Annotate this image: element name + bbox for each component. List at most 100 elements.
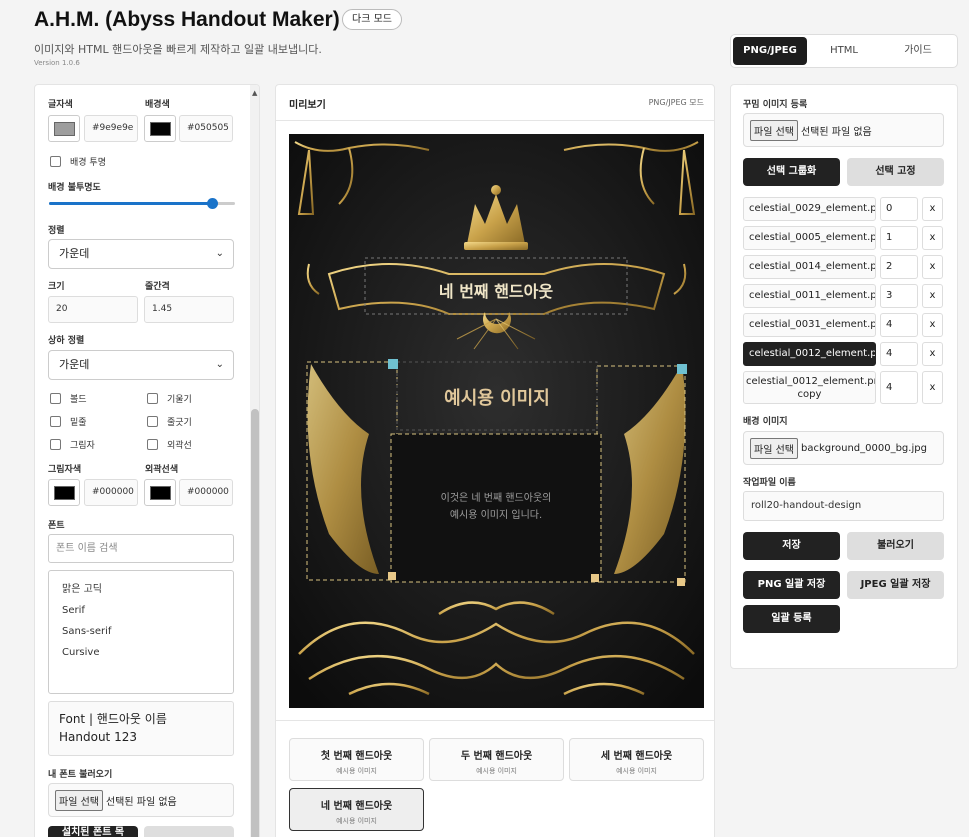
handout-card[interactable]: 두 번째 핸드아웃 예시용 이미지 bbox=[429, 738, 564, 781]
bg-color-swatch[interactable] bbox=[144, 115, 176, 142]
strike-checkbox[interactable]: 줄긋기 bbox=[147, 415, 192, 428]
font-option[interactable]: Serif bbox=[62, 600, 233, 621]
font-list[interactable]: 맑은 고딕 Serif Sans-serif Cursive bbox=[48, 570, 234, 694]
element-z-input[interactable]: 4 bbox=[880, 371, 918, 404]
font-preview: Font | 핸드아웃 이름 Handout 123 bbox=[48, 701, 234, 756]
element-z-input[interactable]: 2 bbox=[880, 255, 918, 279]
element-name[interactable]: celestial_0012_element.png copy bbox=[743, 371, 876, 404]
deco-file-input[interactable]: 파일 선택 선택된 파일 없음 bbox=[743, 113, 944, 147]
save-button[interactable]: 저장 bbox=[743, 532, 840, 560]
bg-opacity-slider[interactable] bbox=[49, 198, 235, 209]
element-name[interactable]: celestial_0005_element.png bbox=[743, 226, 876, 250]
panel-scrollbar[interactable]: ▲ bbox=[250, 85, 259, 837]
remove-element-button[interactable]: x bbox=[922, 255, 943, 279]
app-title: A.H.M. (Abyss Handout Maker) bbox=[34, 8, 340, 31]
font-option[interactable]: 맑은 고딕 bbox=[62, 579, 233, 600]
handout-card[interactable]: 첫 번째 핸드아웃 예시용 이미지 bbox=[289, 738, 424, 781]
handout-title[interactable]: 네 번째 핸드아웃 bbox=[365, 278, 627, 302]
tab-html[interactable]: HTML bbox=[807, 37, 881, 65]
element-name[interactable]: celestial_0014_element.png bbox=[743, 255, 876, 279]
handout-card-sub: 예시용 이미지 bbox=[616, 767, 657, 775]
assets-panel: 꾸밈 이미지 등록 파일 선택 선택된 파일 없음 선택 그룹화 선택 고정 c… bbox=[730, 84, 958, 669]
file-pick-button[interactable]: 파일 선택 bbox=[55, 789, 103, 811]
element-name[interactable]: celestial_0011_element.png bbox=[743, 284, 876, 308]
element-z-input[interactable]: 4 bbox=[880, 313, 918, 337]
tab-guide[interactable]: 가이드 bbox=[881, 37, 955, 65]
bg-opacity-label: 배경 불투명도 bbox=[48, 183, 101, 193]
group-selection-button[interactable]: 선택 그룹화 bbox=[743, 158, 840, 186]
handout-artwork bbox=[289, 134, 704, 708]
preview-panel: 미리보기 PNG/JPEG 모드 네 번째 핸드아웃 예시용 이미지 이것은 네… bbox=[275, 84, 715, 837]
outline-checkbox[interactable]: 외곽선 bbox=[147, 438, 192, 451]
valign-select[interactable]: 가운데 ⌄ bbox=[48, 350, 234, 380]
element-name[interactable]: celestial_0031_element.png bbox=[743, 313, 876, 337]
font-file-input[interactable]: 파일 선택 선택된 파일 없음 bbox=[48, 783, 234, 817]
handout-canvas[interactable]: 네 번째 핸드아웃 예시용 이미지 이것은 네 번째 핸드아웃의 예시용 이미지… bbox=[289, 134, 704, 708]
scroll-up-icon[interactable]: ▲ bbox=[252, 89, 257, 97]
handout-card-sub: 예시용 이미지 bbox=[476, 767, 517, 775]
element-z-input[interactable]: 4 bbox=[880, 342, 918, 366]
bg-file-input[interactable]: 파일 선택 background_0000_bg.jpg bbox=[743, 431, 944, 465]
scrollbar-thumb[interactable] bbox=[251, 409, 259, 837]
handout-card-sub: 예시용 이미지 bbox=[336, 767, 377, 775]
font-option[interactable]: Cursive bbox=[62, 642, 233, 663]
element-z-input[interactable]: 1 bbox=[880, 226, 918, 250]
element-name-selected[interactable]: celestial_0012_element.png bbox=[743, 342, 876, 366]
preview-header: 미리보기 PNG/JPEG 모드 bbox=[276, 85, 714, 121]
element-z-input[interactable]: 0 bbox=[880, 197, 918, 221]
outline-color-field[interactable]: #000000 bbox=[179, 479, 233, 506]
installed-fonts-button[interactable]: 설치된 폰트 목 bbox=[48, 826, 138, 837]
bold-checkbox[interactable]: 볼드 bbox=[50, 392, 87, 405]
font-option[interactable]: Sans-serif bbox=[62, 621, 233, 642]
remove-element-button[interactable]: x bbox=[922, 226, 943, 250]
valign-label: 상하 정렬 bbox=[48, 336, 85, 346]
element-z-input[interactable]: 3 bbox=[880, 284, 918, 308]
fix-selection-button[interactable]: 선택 고정 bbox=[847, 158, 944, 186]
shadow-color-field[interactable]: #000000 bbox=[84, 479, 138, 506]
bg-image-label: 배경 이미지 bbox=[743, 417, 788, 427]
shadow-color-label: 그림자색 bbox=[48, 465, 82, 475]
text-settings-panel: 글자색 배경색 #9e9e9e #050505 배경 투명 배경 불투명도 정렬… bbox=[34, 84, 260, 837]
remove-element-button[interactable]: x bbox=[922, 197, 943, 221]
handout-sample-heading[interactable]: 예시용 이미지 bbox=[397, 384, 597, 410]
handout-card-active[interactable]: 네 번째 핸드아웃 예시용 이미지 bbox=[289, 788, 424, 831]
font-search-input[interactable]: 폰트 이름 검색 bbox=[48, 534, 234, 563]
remove-element-button[interactable]: x bbox=[922, 371, 943, 404]
work-file-input[interactable]: roll20-handout-design bbox=[743, 491, 944, 521]
png-export-button[interactable]: PNG 일괄 저장 bbox=[743, 571, 840, 599]
divider bbox=[276, 720, 714, 721]
outline-color-swatch[interactable] bbox=[144, 479, 176, 506]
handout-card-name: 세 번째 핸드아웃 bbox=[600, 751, 673, 762]
shadow-checkbox[interactable]: 그림자 bbox=[50, 438, 95, 451]
tab-png-jpeg[interactable]: PNG/JPEG bbox=[733, 37, 807, 65]
jpeg-export-button[interactable]: JPEG 일괄 저장 bbox=[847, 571, 944, 599]
file-pick-button[interactable]: 파일 선택 bbox=[750, 119, 798, 141]
bg-transparent-checkbox[interactable]: 배경 투명 bbox=[50, 155, 106, 168]
element-name[interactable]: celestial_0029_element.png bbox=[743, 197, 876, 221]
italic-checkbox[interactable]: 기울기 bbox=[147, 392, 192, 405]
handout-card-sub: 예시용 이미지 bbox=[336, 817, 377, 825]
bg-color-field[interactable]: #050505 bbox=[179, 115, 233, 142]
remove-element-button[interactable]: x bbox=[922, 284, 943, 308]
secondary-font-button[interactable] bbox=[144, 826, 234, 837]
text-color-label: 글자색 bbox=[48, 100, 73, 110]
file-pick-button[interactable]: 파일 선택 bbox=[750, 437, 798, 459]
batch-register-button[interactable]: 일괄 등록 bbox=[743, 605, 840, 633]
slider-thumb[interactable] bbox=[207, 198, 218, 209]
line-height-input[interactable]: 1.45 bbox=[144, 296, 234, 323]
handout-body-text[interactable]: 이것은 네 번째 핸드아웃의 예시용 이미지 입니다. bbox=[391, 490, 601, 524]
align-select[interactable]: 가운데 ⌄ bbox=[48, 239, 234, 269]
body-line2: 예시용 이미지 입니다. bbox=[449, 510, 543, 521]
size-label: 크기 bbox=[48, 282, 65, 292]
mode-tabs: PNG/JPEG HTML 가이드 bbox=[730, 34, 958, 68]
load-button[interactable]: 불러오기 bbox=[847, 532, 944, 560]
text-color-field[interactable]: #9e9e9e bbox=[84, 115, 138, 142]
text-color-swatch[interactable] bbox=[48, 115, 80, 142]
size-input[interactable]: 20 bbox=[48, 296, 138, 323]
underline-checkbox[interactable]: 밑줄 bbox=[50, 415, 87, 428]
remove-element-button[interactable]: x bbox=[922, 342, 943, 366]
shadow-color-swatch[interactable] bbox=[48, 479, 80, 506]
dark-mode-button[interactable]: 다크 모드 bbox=[342, 9, 402, 30]
remove-element-button[interactable]: x bbox=[922, 313, 943, 337]
handout-card[interactable]: 세 번째 핸드아웃 예시용 이미지 bbox=[569, 738, 704, 781]
